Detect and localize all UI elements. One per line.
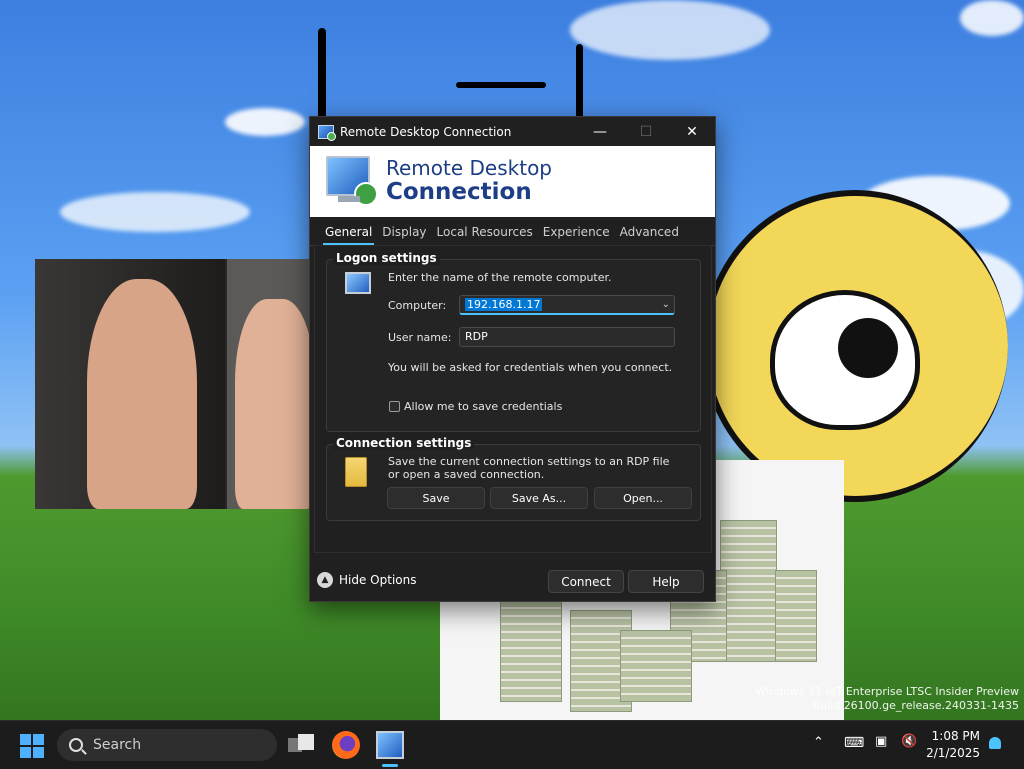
taskbar: Search ⌃ ⌨ ▣ 🔇 1:08 PM 2/1/2025 <box>0 720 1024 769</box>
connection-settings-title: Connection settings <box>333 436 475 450</box>
network-icon[interactable]: ▣ <box>875 734 887 749</box>
tab-bar: General Display Local Resources Experien… <box>310 217 715 246</box>
title-bar[interactable]: Remote Desktop Connection — ☐ ✕ <box>310 117 715 146</box>
scribble-stroke <box>456 82 546 88</box>
open-button[interactable]: Open... <box>594 487 692 509</box>
system-clock[interactable]: 1:08 PM 2/1/2025 <box>918 728 980 762</box>
chevron-up-tray-icon[interactable]: ⌃ <box>813 735 824 750</box>
scribble-stroke <box>576 44 583 120</box>
volume-muted-icon[interactable]: 🔇 <box>901 734 917 749</box>
logon-instruction: Enter the name of the remote computer. <box>388 271 612 284</box>
start-button[interactable] <box>20 734 44 758</box>
close-icon: ✕ <box>686 123 698 140</box>
help-button[interactable]: Help <box>628 570 704 593</box>
tab-advanced[interactable]: Advanced <box>615 223 684 243</box>
connection-settings-group: Connection settings Save the current con… <box>326 436 701 521</box>
computer-icon <box>345 272 371 294</box>
credentials-note: You will be asked for credentials when y… <box>388 361 673 374</box>
clock-date: 2/1/2025 <box>926 746 980 760</box>
save-as-button[interactable]: Save As... <box>490 487 588 509</box>
close-button[interactable]: ✕ <box>669 117 715 146</box>
username-field[interactable]: RDP <box>459 327 675 347</box>
save-button[interactable]: Save <box>387 487 485 509</box>
save-credentials-label[interactable]: Allow me to save credentials <box>404 400 562 413</box>
general-panel: Logon settings Enter the name of the rem… <box>314 245 712 553</box>
watermark-line1: Windows 11 IoT Enterprise LTSC Insider P… <box>755 685 1019 698</box>
rdp-app-icon <box>318 124 336 141</box>
rdp-monitor-icon <box>326 156 378 206</box>
chevron-up-icon: ▲ <box>317 572 333 588</box>
build-watermark: Windows 11 IoT Enterprise LTSC Insider P… <box>756 685 1019 713</box>
minimize-button[interactable]: — <box>577 117 623 146</box>
search-placeholder: Search <box>93 737 142 753</box>
minimize-icon: — <box>593 123 607 140</box>
chevron-down-icon[interactable]: ⌄ <box>662 296 670 314</box>
wallpaper-cloud <box>225 108 305 136</box>
active-app-indicator <box>382 764 398 767</box>
banner: Remote Desktop Connection <box>310 146 715 217</box>
computer-combobox[interactable]: 192.168.1.17 ⌄ <box>459 295 675 315</box>
logon-settings-group: Logon settings Enter the name of the rem… <box>326 251 701 432</box>
rdp-taskbar-icon[interactable] <box>376 731 404 759</box>
banner-title-line2: Connection <box>386 179 532 205</box>
username-label: User name: <box>388 331 452 344</box>
username-value: RDP <box>465 330 488 343</box>
wallpaper-cloud <box>60 192 250 232</box>
keyboard-icon[interactable]: ⌨ <box>844 735 864 751</box>
hide-options-toggle[interactable]: ▲ Hide Options <box>317 572 416 588</box>
connection-description: Save the current connection settings to … <box>388 455 670 481</box>
tab-experience[interactable]: Experience <box>538 223 615 243</box>
connect-button[interactable]: Connect <box>548 570 624 593</box>
wallpaper-cloud <box>960 0 1024 36</box>
folder-icon <box>345 457 367 487</box>
tab-display[interactable]: Display <box>377 223 431 243</box>
logon-settings-title: Logon settings <box>333 251 440 265</box>
tab-local-resources[interactable]: Local Resources <box>432 223 538 243</box>
notification-bell-icon[interactable] <box>989 737 1001 749</box>
banner-title-line1: Remote Desktop <box>386 156 553 180</box>
smiley-pupil <box>838 318 898 378</box>
watermark-line2: Build 26100.ge_release.240331-1435 <box>812 699 1019 712</box>
clock-time: 1:08 PM <box>931 729 980 743</box>
tab-general[interactable]: General <box>320 223 377 245</box>
window-title: Remote Desktop Connection <box>340 124 512 139</box>
wallpaper-cloud <box>570 0 770 60</box>
save-credentials-checkbox[interactable] <box>389 401 400 412</box>
maximize-icon: ☐ <box>639 123 653 140</box>
computer-value: 192.168.1.17 <box>465 298 543 311</box>
rdp-dialog: Remote Desktop Connection — ☐ ✕ Remote D… <box>309 116 716 602</box>
windows-logo-icon <box>20 734 31 745</box>
computer-label: Computer: <box>388 299 447 312</box>
task-view-icon[interactable] <box>288 734 314 756</box>
hide-options-label: Hide Options <box>339 573 417 587</box>
maximize-button: ☐ <box>623 117 669 146</box>
photo-image <box>35 259 310 509</box>
scribble-stroke <box>318 28 326 120</box>
search-icon <box>69 738 83 752</box>
firefox-icon[interactable] <box>332 731 360 759</box>
taskbar-search[interactable]: Search <box>57 729 277 761</box>
